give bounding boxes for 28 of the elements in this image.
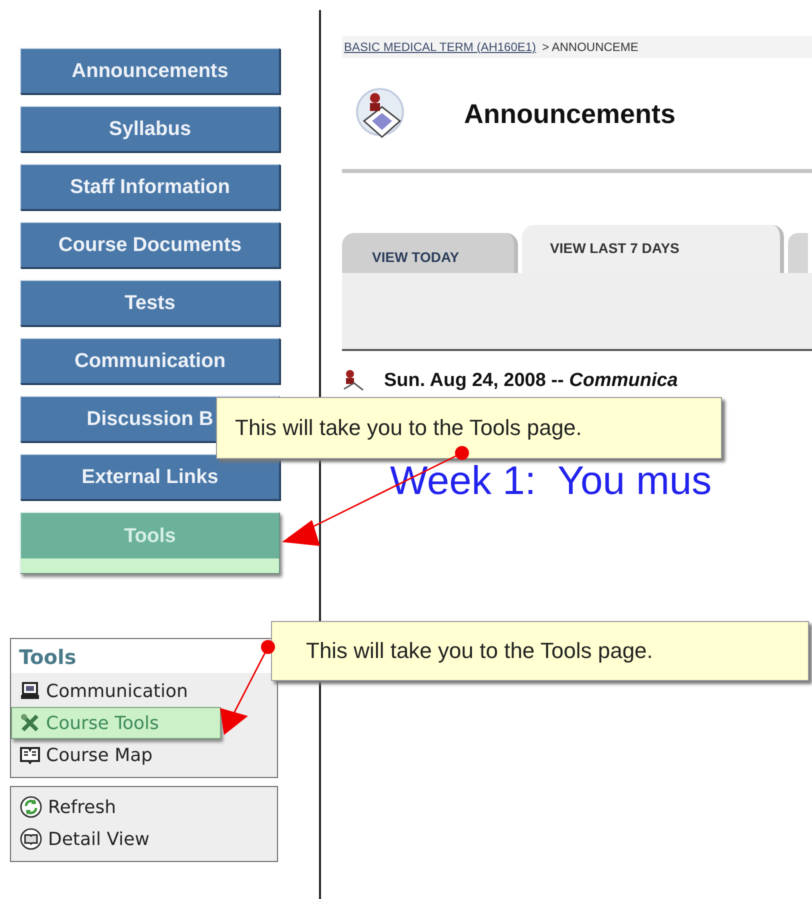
book-icon [20,746,40,764]
tab[interactable] [788,233,808,273]
announcement-heading: Sun. Aug 24, 2008 -- Communica [384,370,678,392]
computer-icon [20,682,40,700]
nav-button[interactable]: Tests [20,280,280,326]
page-title: Announcements [464,98,676,130]
announcement-stamp-icon [356,87,406,141]
tab[interactable]: VIEW TODAY [342,233,518,273]
nav-button[interactable]: Staff Information [20,164,280,210]
breadcrumb-current: > ANNOUNCEME [542,40,638,54]
stamp-icon [342,369,364,393]
nav-button[interactable]: Syllabus [20,106,280,152]
announcement-body: Week 1: You mus [390,461,713,501]
nav-button[interactable]: Communication [20,338,280,384]
nav-button[interactable]: Announcements [20,48,280,94]
breadcrumb-link[interactable]: BASIC MEDICAL TERM (AH160E1) [344,40,536,54]
nav-button[interactable]: External Links [20,454,280,500]
menu-item[interactable]: Detail View [11,823,277,855]
tools-icon [20,713,40,733]
menu-item[interactable]: Refresh [11,791,277,823]
callout-tooltip: This will take you to the Tools page. [216,397,722,459]
callout-tooltip: This will take you to the Tools page. [271,621,809,681]
detail-view-icon [20,828,42,850]
tab[interactable]: VIEW LAST 7 DAYS [522,225,784,273]
menu-item[interactable]: Course Tools [11,707,221,739]
refresh-icon [20,796,42,818]
nav-button[interactable]: Course Documents [20,222,280,268]
menu-item[interactable]: Course Map [11,739,277,771]
